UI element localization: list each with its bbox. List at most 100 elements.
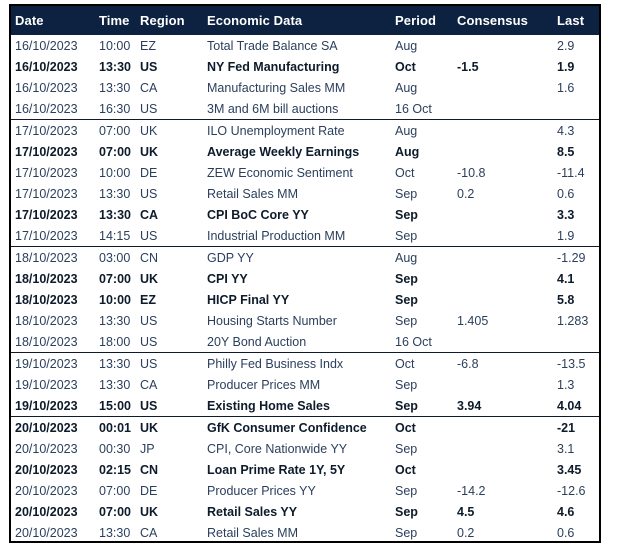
cell-date: 20/10/2023: [11, 501, 96, 522]
economic-calendar-table: Date Time Region Economic Data Period Co…: [11, 6, 599, 543]
table-row[interactable]: 17/10/202313:30CACPI BoC Core YYSep3.3: [11, 204, 599, 225]
cell-date: 20/10/2023: [11, 438, 96, 459]
cell-period: Sep: [392, 289, 454, 310]
cell-economic-data: Producer Prices MM: [204, 374, 392, 395]
table-row[interactable]: 20/10/202302:15CNLoan Prime Rate 1Y, 5YO…: [11, 459, 599, 480]
cell-consensus: [454, 438, 554, 459]
cell-economic-data: Retail Sales MM: [204, 183, 392, 204]
table-row[interactable]: 16/10/202313:30USNY Fed ManufacturingOct…: [11, 56, 599, 77]
cell-time: 03:00: [96, 247, 137, 269]
table-row[interactable]: 19/10/202315:00USExisting Home SalesSep3…: [11, 395, 599, 417]
table-row[interactable]: 20/10/202307:00UKRetail Sales YYSep4.54.…: [11, 501, 599, 522]
cell-time: 07:00: [96, 141, 137, 162]
cell-consensus: -1.5: [454, 56, 554, 77]
table-row[interactable]: 20/10/202313:30CARetail Sales MMSep0.20.…: [11, 522, 599, 543]
cell-time: 10:00: [96, 35, 137, 56]
cell-period: Sep: [392, 268, 454, 289]
table-row[interactable]: 18/10/202310:00EZHICP Final YYSep5.8: [11, 289, 599, 310]
cell-last: 1.9: [554, 225, 599, 247]
cell-period: Sep: [392, 204, 454, 225]
table-row[interactable]: 19/10/202313:30CAProducer Prices MMSep1.…: [11, 374, 599, 395]
cell-region: US: [137, 395, 204, 417]
cell-date: 19/10/2023: [11, 374, 96, 395]
cell-last: 1.9: [554, 56, 599, 77]
table-row[interactable]: 17/10/202314:15USIndustrial Production M…: [11, 225, 599, 247]
table-row[interactable]: 19/10/202313:30USPhilly Fed Business Ind…: [11, 353, 599, 375]
cell-date: 20/10/2023: [11, 522, 96, 543]
header-row: Date Time Region Economic Data Period Co…: [11, 6, 599, 35]
cell-period: Sep: [392, 395, 454, 417]
cell-region: US: [137, 56, 204, 77]
table-row[interactable]: 17/10/202307:00UKAverage Weekly Earnings…: [11, 141, 599, 162]
cell-economic-data: GfK Consumer Confidence: [204, 417, 392, 439]
cell-consensus: 1.405: [454, 310, 554, 331]
table-row[interactable]: 18/10/202318:00US20Y Bond Auction16 Oct: [11, 331, 599, 353]
cell-time: 10:00: [96, 162, 137, 183]
table-row[interactable]: 18/10/202303:00CNGDP YYAug-1.29: [11, 247, 599, 269]
cell-economic-data: Average Weekly Earnings: [204, 141, 392, 162]
cell-date: 18/10/2023: [11, 268, 96, 289]
table-row[interactable]: 16/10/202316:30US3M and 6M bill auctions…: [11, 98, 599, 120]
cell-region: DE: [137, 480, 204, 501]
cell-time: 00:30: [96, 438, 137, 459]
cell-date: 17/10/2023: [11, 225, 96, 247]
cell-date: 17/10/2023: [11, 183, 96, 204]
cell-date: 20/10/2023: [11, 480, 96, 501]
column-header-economic-data[interactable]: Economic Data: [204, 6, 392, 35]
cell-region: US: [137, 225, 204, 247]
cell-period: Aug: [392, 141, 454, 162]
cell-last: 0.6: [554, 183, 599, 204]
cell-period: Sep: [392, 480, 454, 501]
cell-region: CA: [137, 77, 204, 98]
cell-date: 16/10/2023: [11, 35, 96, 56]
cell-last: 4.3: [554, 120, 599, 142]
cell-time: 00:01: [96, 417, 137, 439]
cell-last: -1.29: [554, 247, 599, 269]
table-row[interactable]: 20/10/202300:01UKGfK Consumer Confidence…: [11, 417, 599, 439]
cell-last: -11.4: [554, 162, 599, 183]
cell-period: Sep: [392, 225, 454, 247]
cell-region: JP: [137, 438, 204, 459]
cell-consensus: [454, 141, 554, 162]
cell-date: 18/10/2023: [11, 247, 96, 269]
cell-period: Sep: [392, 310, 454, 331]
cell-region: UK: [137, 501, 204, 522]
column-header-consensus[interactable]: Consensus: [454, 6, 554, 35]
column-header-region[interactable]: Region: [137, 6, 204, 35]
cell-consensus: [454, 459, 554, 480]
table-row[interactable]: 18/10/202307:00UKCPI YYSep4.1: [11, 268, 599, 289]
table-row[interactable]: 16/10/202310:00EZTotal Trade Balance SAA…: [11, 35, 599, 56]
cell-last: [554, 98, 599, 120]
cell-date: 19/10/2023: [11, 353, 96, 375]
cell-region: US: [137, 98, 204, 120]
cell-consensus: 0.2: [454, 183, 554, 204]
column-header-time[interactable]: Time: [96, 6, 137, 35]
cell-period: Sep: [392, 522, 454, 543]
cell-period: Sep: [392, 183, 454, 204]
cell-time: 13:30: [96, 522, 137, 543]
cell-region: EZ: [137, 35, 204, 56]
table-row[interactable]: 17/10/202310:00DEZEW Economic SentimentO…: [11, 162, 599, 183]
cell-consensus: [454, 374, 554, 395]
cell-economic-data: ZEW Economic Sentiment: [204, 162, 392, 183]
cell-period: Oct: [392, 459, 454, 480]
cell-region: UK: [137, 120, 204, 142]
table-row[interactable]: 20/10/202307:00DEProducer Prices YYSep-1…: [11, 480, 599, 501]
column-header-period[interactable]: Period: [392, 6, 454, 35]
cell-period: Oct: [392, 162, 454, 183]
table-row[interactable]: 18/10/202313:30USHousing Starts NumberSe…: [11, 310, 599, 331]
column-header-date[interactable]: Date: [11, 6, 96, 35]
cell-region: US: [137, 310, 204, 331]
cell-consensus: [454, 289, 554, 310]
table-row[interactable]: 17/10/202307:00UKILO Unemployment RateAu…: [11, 120, 599, 142]
cell-last: 4.04: [554, 395, 599, 417]
table-row[interactable]: 20/10/202300:30JPCPI, Core Nationwide YY…: [11, 438, 599, 459]
cell-economic-data: NY Fed Manufacturing: [204, 56, 392, 77]
table-row[interactable]: 16/10/202313:30CAManufacturing Sales MMA…: [11, 77, 599, 98]
cell-date: 17/10/2023: [11, 162, 96, 183]
cell-period: 16 Oct: [392, 331, 454, 353]
table-row[interactable]: 17/10/202313:30USRetail Sales MMSep0.20.…: [11, 183, 599, 204]
cell-consensus: -10.8: [454, 162, 554, 183]
column-header-last[interactable]: Last: [554, 6, 599, 35]
cell-consensus: [454, 417, 554, 439]
